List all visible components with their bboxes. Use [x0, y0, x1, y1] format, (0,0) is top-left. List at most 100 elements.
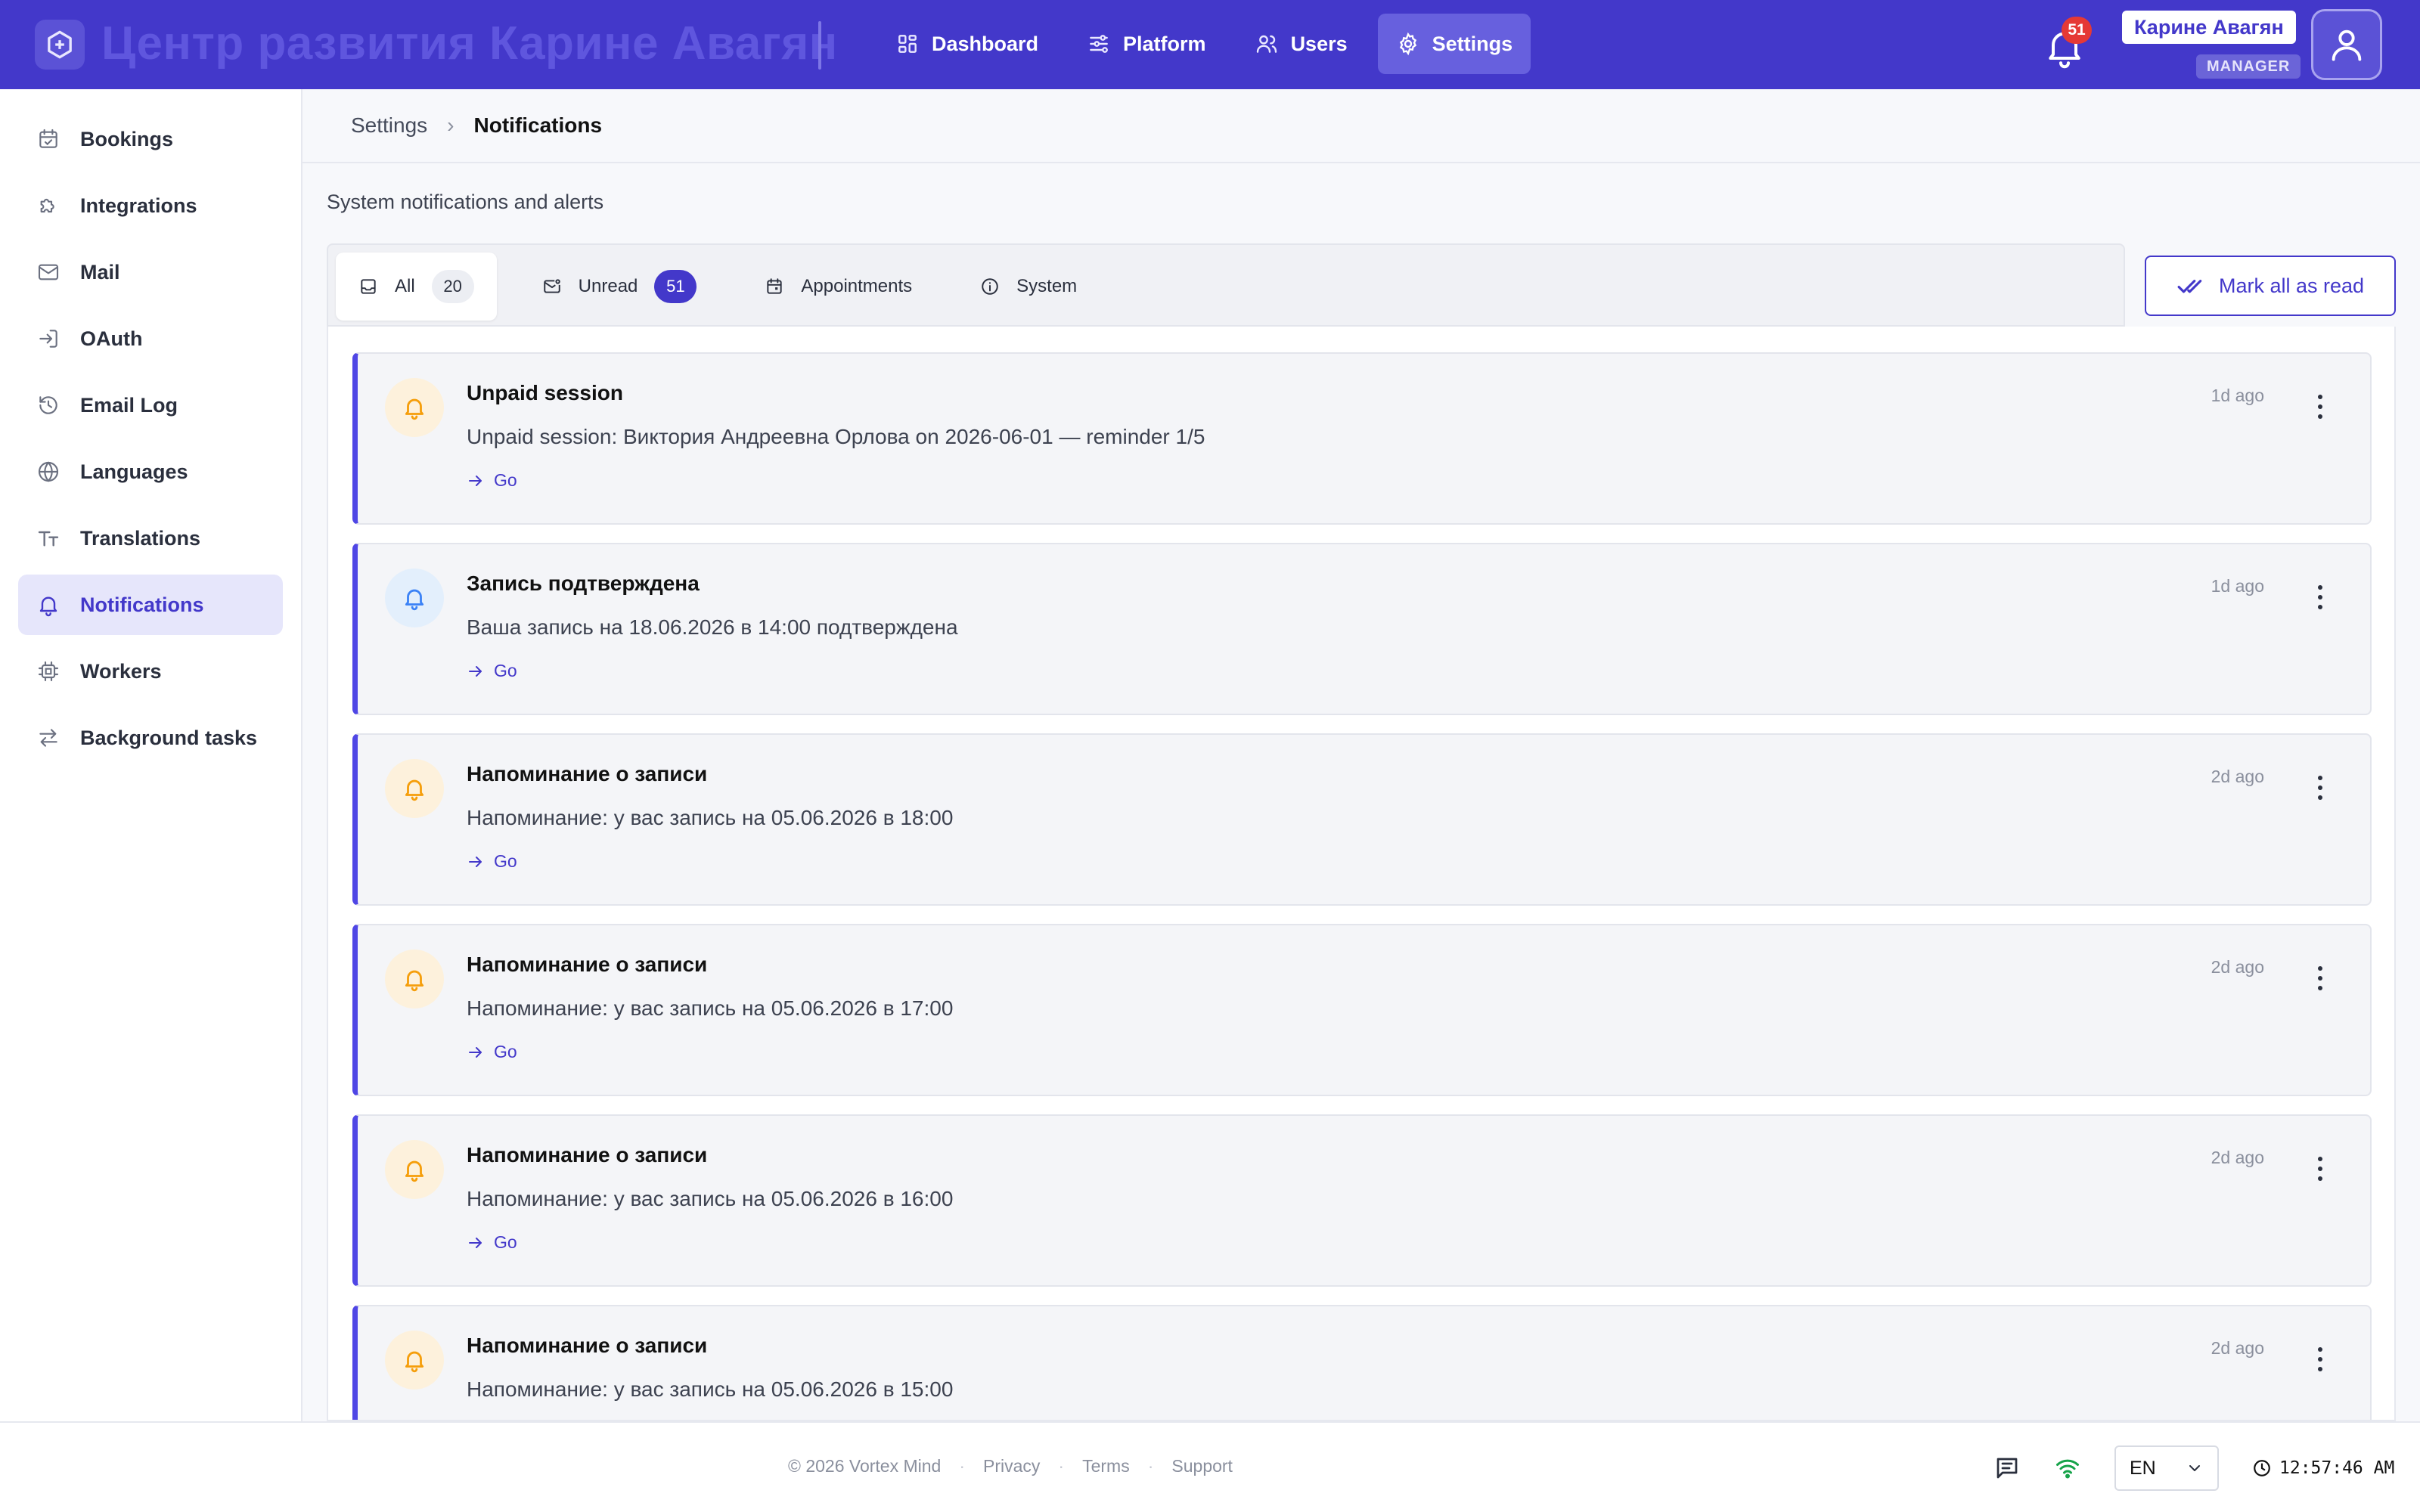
arrow-right-icon — [469, 856, 482, 867]
more-options-icon[interactable] — [2316, 1347, 2325, 1371]
notification-card[interactable]: Запись подтверждена Ваша запись на 18.06… — [352, 543, 2372, 715]
footer-separator: · — [1058, 1456, 1065, 1476]
sidebar-item-label: Languages — [80, 460, 188, 483]
notification-message: Unpaid session: Виктория Андреевна Орлов… — [467, 425, 1205, 448]
mail-unread-icon — [543, 279, 560, 293]
puzzle-icon — [40, 199, 54, 213]
sidebar-item-bookings[interactable]: Bookings — [18, 109, 283, 169]
more-options-icon[interactable] — [2316, 585, 2325, 609]
sidebar-item-email-log[interactable]: Email Log — [18, 375, 283, 435]
tab-system[interactable]: System — [957, 253, 1100, 321]
page-subtitle: System notifications and alerts — [327, 191, 604, 213]
arrow-right-icon — [469, 1046, 482, 1058]
tab-unread-count: 51 — [654, 270, 697, 303]
avatar-button[interactable] — [2311, 9, 2382, 80]
more-options-icon[interactable] — [2316, 395, 2325, 419]
notification-time: 1d ago — [2211, 576, 2264, 596]
nav-users[interactable]: Users — [1236, 14, 1366, 74]
notification-go-link[interactable]: Go — [467, 661, 517, 681]
user-role-badge: MANAGER — [2196, 54, 2301, 79]
sidebar-item-oauth[interactable]: OAuth — [18, 308, 283, 369]
notification-type-icon — [385, 569, 444, 627]
nav-platform[interactable]: Platform — [1069, 14, 1224, 74]
tab-unread-label: Unread — [578, 276, 638, 296]
notification-time: 2d ago — [2211, 1338, 2264, 1358]
footer-separator: · — [1147, 1456, 1154, 1476]
sidebar-item-workers[interactable]: Workers — [18, 641, 283, 702]
more-options-icon[interactable] — [2316, 1157, 2325, 1181]
breadcrumb: Settings › Notifications — [302, 89, 2420, 163]
nav-dashboard-label: Dashboard — [932, 32, 1039, 55]
clock: 12:57:46 AM — [2252, 1458, 2394, 1478]
breadcrumb-root-link[interactable]: Settings — [351, 113, 427, 138]
notification-go-link[interactable]: Go — [467, 1232, 517, 1253]
footer-link-privacy[interactable]: Privacy — [983, 1456, 1040, 1476]
chevron-down-icon — [2189, 1465, 2200, 1471]
more-options-icon[interactable] — [2316, 776, 2325, 800]
wifi-icon — [2056, 1459, 2079, 1479]
user-name[interactable]: Карине Авагян — [2122, 11, 2296, 44]
sidebar-item-label: Mail — [80, 260, 120, 284]
notification-card[interactable]: Напоминание о записи Напоминание: у вас … — [352, 924, 2372, 1096]
bell-icon — [39, 596, 57, 617]
mark-all-read-label: Mark all as read — [2218, 274, 2365, 297]
arrow-right-icon — [469, 475, 482, 486]
arrow-right-icon — [469, 1237, 482, 1248]
mail-icon — [38, 264, 59, 280]
connection-status — [2054, 1455, 2081, 1482]
bell-icon — [405, 589, 424, 611]
nav-settings-label: Settings — [1432, 32, 1513, 55]
history-icon — [39, 396, 57, 414]
notification-card[interactable]: Unpaid session Unpaid session: Виктория … — [352, 352, 2372, 525]
calendar-check-icon — [39, 129, 57, 148]
sidebar-item-label: Background tasks — [80, 726, 258, 749]
notification-title: Запись подтверждена — [467, 572, 700, 595]
app-logo[interactable] — [35, 20, 85, 70]
gear-icon — [1399, 32, 1416, 56]
notification-title: Напоминание о записи — [467, 762, 708, 785]
notification-message: Напоминание: у вас запись на 05.06.2026 … — [467, 1377, 954, 1401]
notification-go-link[interactable]: Go — [467, 470, 517, 491]
sidebar-item-integrations[interactable]: Integrations — [18, 175, 283, 236]
notification-time: 2d ago — [2211, 767, 2264, 786]
footer-copyright: © 2026 Vortex Mind — [788, 1456, 942, 1476]
more-options-icon[interactable] — [2316, 966, 2325, 990]
bell-icon — [405, 779, 424, 801]
notification-type-icon — [385, 378, 444, 437]
nav-platform-label: Platform — [1123, 32, 1206, 55]
language-select[interactable]: EN — [2114, 1445, 2219, 1491]
sidebar-item-label: Translations — [80, 526, 201, 550]
info-circle-icon — [982, 278, 998, 295]
sidebar-item-languages[interactable]: Languages — [18, 442, 283, 502]
notification-card[interactable]: Напоминание о записи Напоминание: у вас … — [352, 1114, 2372, 1287]
sidebar-item-notifications[interactable]: Notifications — [18, 575, 283, 635]
sidebar-item-background-tasks[interactable]: Background tasks — [18, 708, 283, 768]
footer-link-support[interactable]: Support — [1171, 1456, 1233, 1476]
nav-settings[interactable]: Settings — [1377, 14, 1531, 74]
notification-card[interactable]: Напоминание о записи Напоминание: у вас … — [352, 1305, 2372, 1420]
footer-link-terms[interactable]: Terms — [1082, 1456, 1130, 1476]
main-nav: Dashboard Platform Users Settings — [877, 14, 1531, 74]
notification-go-link[interactable]: Go — [467, 851, 517, 872]
bell-icon — [405, 1160, 424, 1182]
mark-all-read-button[interactable]: Mark all as read — [2145, 256, 2396, 316]
sidebar-item-translations[interactable]: Translations — [18, 508, 283, 569]
tab-unread[interactable]: Unread 51 — [520, 253, 720, 321]
notification-title: Напоминание о записи — [467, 1334, 708, 1357]
tab-all[interactable]: All 20 — [336, 253, 497, 321]
notification-type-icon — [385, 1140, 444, 1199]
notification-card[interactable]: Напоминание о записи Напоминание: у вас … — [352, 733, 2372, 906]
notification-go-link[interactable]: Go — [467, 1042, 517, 1062]
arrows-exchange-icon — [39, 729, 57, 747]
tab-appointments[interactable]: Appointments — [742, 253, 935, 321]
sidebar-item-mail[interactable]: Mail — [18, 242, 283, 302]
sidebar-item-label: Workers — [80, 659, 162, 683]
login-icon — [39, 330, 57, 348]
calendar-icon — [767, 278, 783, 294]
users-icon — [1256, 35, 1277, 53]
tab-all-count: 20 — [431, 270, 474, 303]
notification-title: Напоминание о записи — [467, 1143, 708, 1167]
double-check-icon — [2177, 280, 2202, 293]
nav-dashboard[interactable]: Dashboard — [877, 14, 1056, 74]
chat-button[interactable] — [1993, 1455, 2021, 1482]
